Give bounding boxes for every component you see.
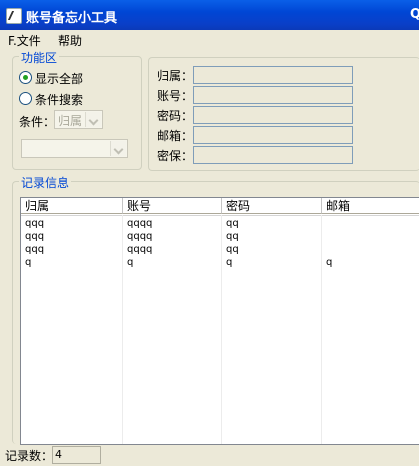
cell-password: qq [226,244,239,255]
cell-password: q [226,257,233,268]
condition-select-value: 归属 [58,114,83,128]
email-label: 邮箱： [157,129,194,143]
function-group-caption: 功能区 [19,49,60,66]
function-groupbox: 功能区 显示全部 条件搜索 条件： 归属 [12,49,142,170]
table-row[interactable]: qqq qqqq qq [21,218,419,231]
condition-select[interactable]: 归属 [54,110,103,129]
status-bar: 记录数： 4 [0,445,419,466]
cell-password: qq [226,231,239,242]
radio-unchecked-icon [19,92,32,105]
cell-account: qqqq [127,218,153,229]
account-field[interactable] [193,86,353,104]
records-group-caption: 记录信息 [19,174,72,191]
cell-password: qq [226,218,239,229]
cell-owner: qqq [25,244,45,255]
cell-owner: q [25,257,32,268]
condition-label: 条件： [19,115,56,129]
table-row[interactable]: qqq qqqq qq [21,244,419,257]
column-header-account[interactable]: 账号 [123,198,222,214]
column-header-email[interactable]: 邮箱 [322,198,419,214]
cell-owner: qqq [25,231,45,242]
chevron-down-icon[interactable] [110,141,126,156]
password-field[interactable] [193,106,353,124]
owner-label: 归属： [157,69,194,83]
cell-email: q [326,257,333,268]
cell-account: q [127,257,134,268]
menu-file[interactable]: F.文件 [8,32,41,49]
menu-bar: F.文件 帮助 [0,30,419,48]
password-label: 密码： [157,109,194,123]
table-row[interactable]: qqq qqqq qq [21,231,419,244]
column-header-password[interactable]: 密码 [222,198,322,214]
cell-owner: qqq [25,218,45,229]
secondary-select[interactable] [21,139,128,158]
title-bar-tail-text: Q [410,7,419,22]
radio-condition-search-label: 条件搜索 [35,93,84,107]
account-label: 账号： [157,89,194,103]
table-row[interactable]: q q q q [21,257,419,270]
menu-help[interactable]: 帮助 [58,32,82,49]
column-header-owner[interactable]: 归属 [21,198,123,214]
owner-field[interactable] [193,66,353,84]
security-field[interactable] [193,146,353,164]
chevron-down-icon[interactable] [85,112,101,127]
app-icon [6,8,22,24]
title-bar[interactable]: 账号备忘小工具 Q [0,0,419,30]
record-count-value: 4 [52,446,101,464]
radio-show-all-label: 显示全部 [35,72,84,86]
list-header: 归属 账号 密码 邮箱 [21,198,419,216]
records-list[interactable]: 归属 账号 密码 邮箱 qqq qqqq qq qqq qqqq qq qqq … [20,197,419,445]
cell-account: qqqq [127,244,153,255]
window-title: 账号备忘小工具 [26,11,118,26]
email-field[interactable] [193,126,353,144]
security-label: 密保： [157,149,194,163]
cell-account: qqqq [127,231,153,242]
radio-checked-icon [19,71,32,84]
record-count-label: 记录数： [5,449,54,463]
